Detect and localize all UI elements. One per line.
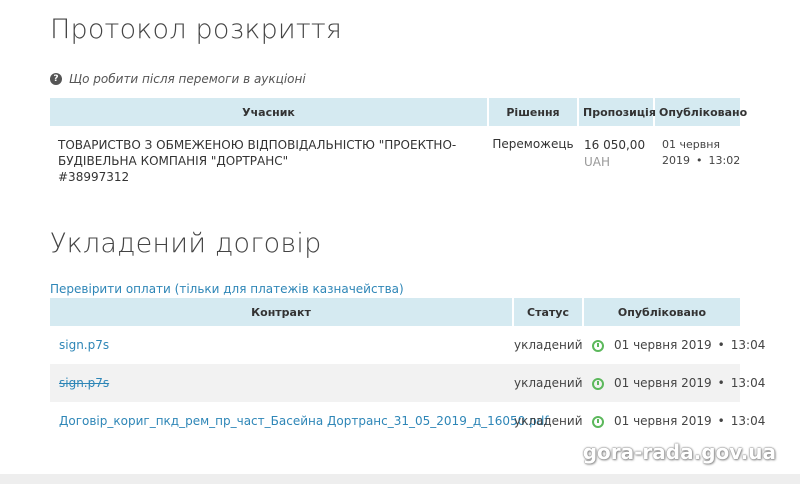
- check-payments-link[interactable]: Перевірити оплати (тільки для платежів к…: [50, 282, 404, 296]
- site-watermark: gora-rada.gov.ua: [582, 440, 776, 464]
- help-link[interactable]: ? Що робити після перемоги в аукціоні: [50, 72, 306, 86]
- clock-icon: [592, 415, 604, 428]
- contract-doc-cell: Договір_кориг_пкд_рем_пр_част_Басейна До…: [50, 402, 549, 440]
- contract-time: 13:04: [730, 414, 766, 428]
- question-circle-icon: ?: [50, 73, 62, 85]
- offer-cell: 16 050,00 UAH: [578, 126, 654, 186]
- participant-name-line2: БУДІВЕЛЬНА КОМПАНІЯ "ДОРТРАНС": [58, 154, 289, 168]
- contract-status: укладений: [514, 414, 583, 428]
- published-cell: 01 червня 2019 • 13:02: [654, 126, 740, 186]
- col-status: Статус: [513, 298, 584, 326]
- col-offer: Пропозиція: [578, 98, 656, 126]
- contract-date: 01 червня 2019: [614, 376, 712, 390]
- contract-doc-cell: sign.p7s: [50, 364, 513, 402]
- clock-icon: [592, 377, 604, 390]
- contract-doc-cell: sign.p7s: [50, 326, 513, 364]
- published-year-time: 2019 • 13:02: [662, 154, 741, 167]
- contract-doc-link[interactable]: sign.p7s: [51, 376, 109, 390]
- contract-date: 01 червня 2019: [614, 414, 712, 428]
- clock-icon: [592, 339, 604, 352]
- table-row: ТОВАРИСТВО З ОБМЕЖЕНОЮ ВІДПОВІДАЛЬНІСТЮ …: [50, 126, 740, 186]
- published-year: 2019: [662, 154, 690, 167]
- participant-cell: ТОВАРИСТВО З ОБМЕЖЕНОЮ ВІДПОВІДАЛЬНІСТЮ …: [50, 126, 488, 186]
- contract-date: 01 червня 2019: [614, 338, 712, 352]
- offer-amount: 16 050,00: [584, 138, 646, 152]
- contract-time: 13:04: [730, 376, 766, 390]
- bids-header-row: Учасник Рішення Пропозиція Опубліковано: [50, 98, 747, 126]
- contract-time: 13:04: [730, 338, 766, 352]
- table-row: sign.p7s укладений 01 червня 2019 • 13:04: [50, 326, 765, 364]
- col-contract-published: Опубліковано: [583, 298, 740, 326]
- contract-doc-link[interactable]: Договір_кориг_пкд_рем_пр_част_Басейна До…: [51, 414, 549, 428]
- contract-status: укладений: [514, 338, 583, 352]
- participant-name-line1: ТОВАРИСТВО З ОБМЕЖЕНОЮ ВІДПОВІДАЛЬНІСТЮ …: [58, 138, 457, 152]
- bids-table: Учасник Рішення Пропозиція Опубліковано …: [50, 98, 747, 186]
- contract-doc-link[interactable]: sign.p7s: [51, 338, 109, 352]
- participant-id: #38997312: [58, 170, 130, 184]
- contract-published: 01 червня 2019 • 13:04: [583, 364, 765, 402]
- col-participant: Учасник: [50, 98, 489, 126]
- contract-published: 01 червня 2019 • 13:04: [583, 402, 765, 440]
- decision-cell: Переможець: [492, 137, 574, 151]
- help-text: Що робити після перемоги в аукціоні: [69, 72, 306, 86]
- offer-currency: UAH: [584, 155, 611, 169]
- published-time: 13:02: [708, 154, 741, 167]
- contract-title: Укладений договір: [50, 228, 322, 259]
- table-row: sign.p7s укладений 01 червня 2019 • 13:04: [50, 364, 765, 402]
- contracts-header-row: Контракт Статус Опубліковано: [50, 298, 740, 326]
- published-date: 01 червня: [662, 138, 721, 151]
- table-row: Договір_кориг_пкд_рем_пр_част_Басейна До…: [50, 402, 765, 440]
- contract-status: укладений: [513, 364, 583, 402]
- protocol-title: Протокол розкриття: [50, 14, 343, 45]
- col-published: Опубліковано: [654, 98, 747, 126]
- bottom-strip: [0, 474, 800, 484]
- contracts-table: Контракт Статус Опубліковано sign.p7s ук…: [50, 298, 765, 440]
- col-decision: Рішення: [488, 98, 579, 126]
- contract-published: 01 червня 2019 • 13:04: [583, 326, 765, 364]
- col-contract: Контракт: [50, 298, 514, 326]
